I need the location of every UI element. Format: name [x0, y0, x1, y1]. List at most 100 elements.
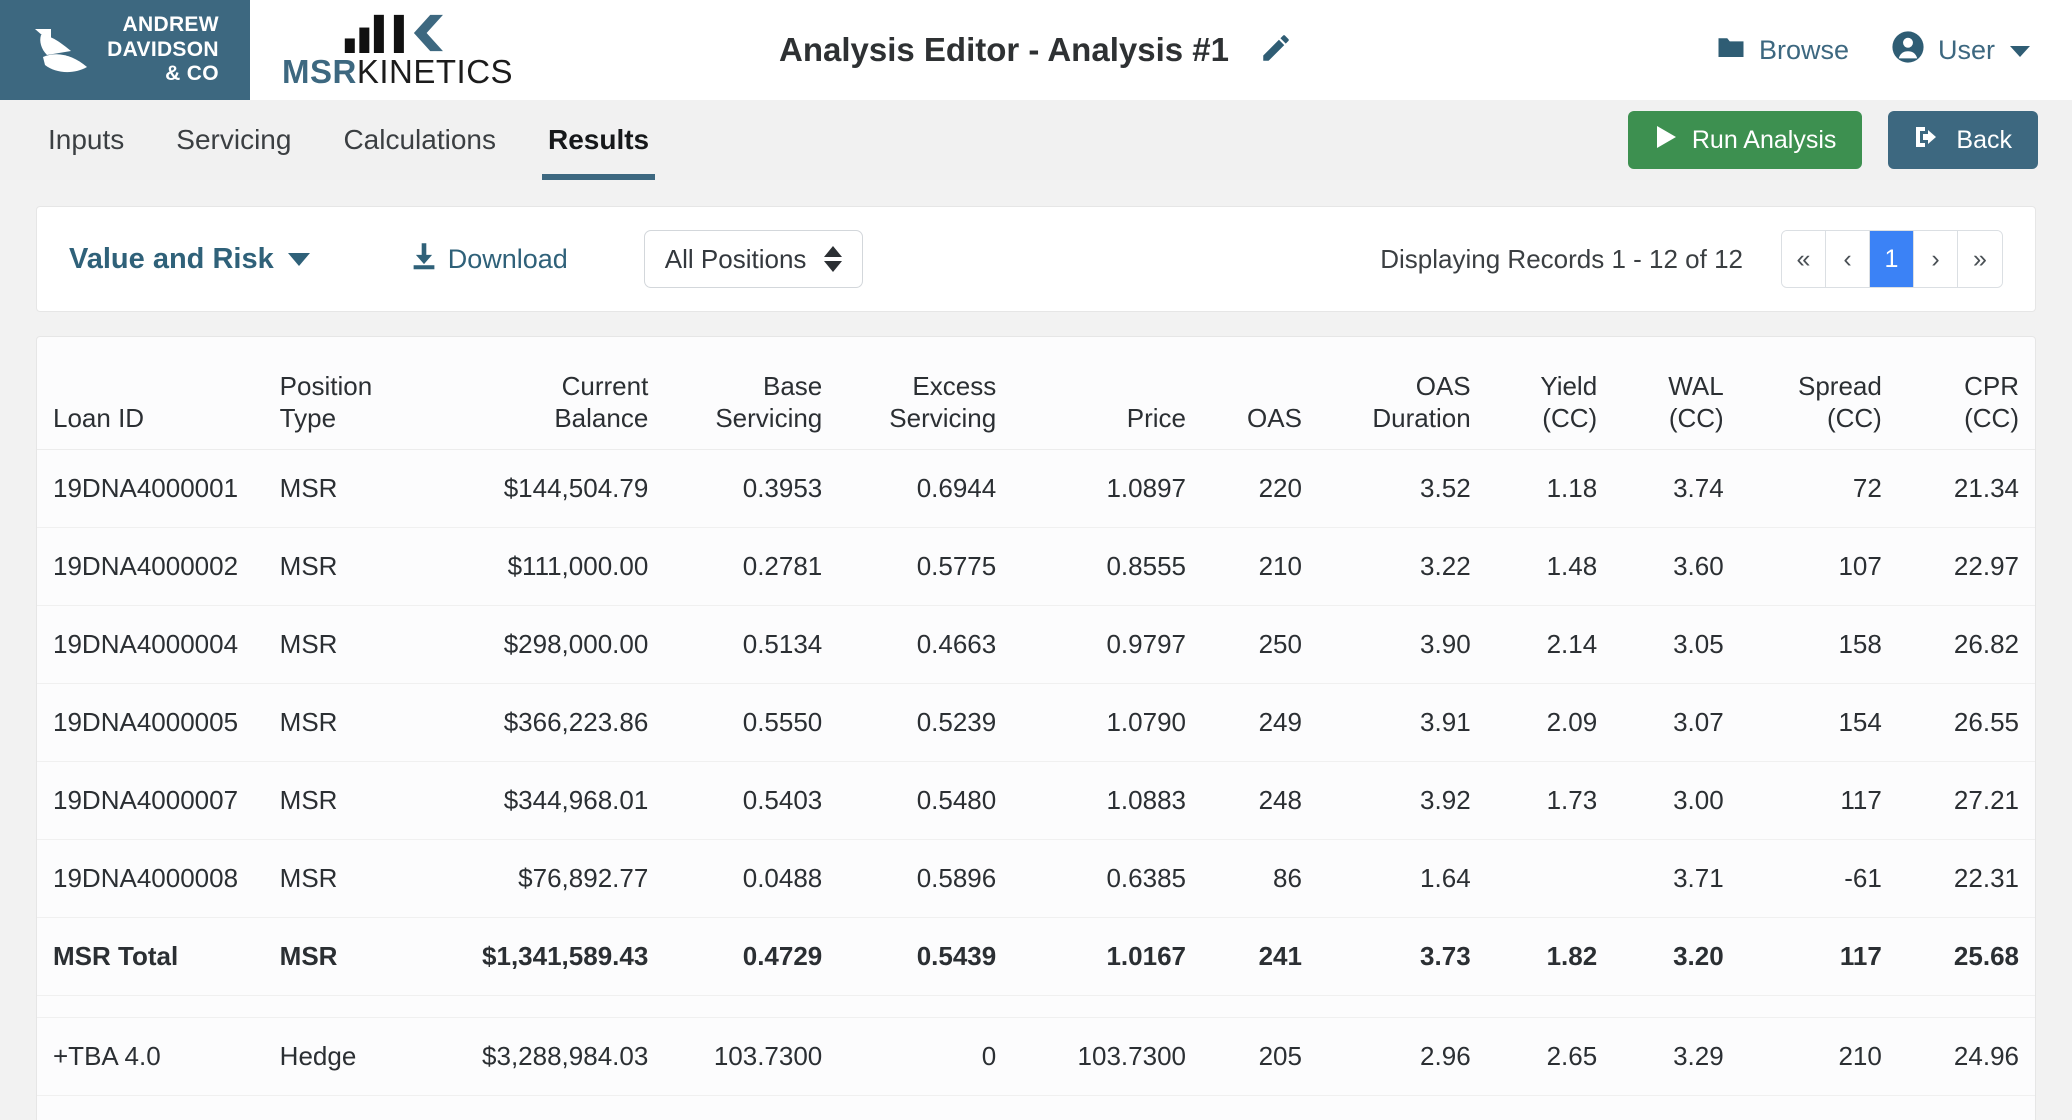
nav-actions: Run Analysis Back [1627, 111, 2038, 169]
table-cell: 210 [1739, 1017, 1898, 1096]
column-header-servicing[interactable]: Base Servicing [664, 337, 839, 450]
table-row[interactable]: 19DNA4000002 MSR $111,000.00 0.2781 0.5775 0.… [37, 527, 2035, 606]
table-cell: 0.9797 [1012, 605, 1202, 684]
column-header-bottom: Servicing [715, 402, 823, 433]
table-cell: 0.5550 [664, 683, 839, 762]
run-analysis-button[interactable]: Run Analysis [1627, 111, 1863, 169]
table-cell: $3,288,984.03 [400, 1017, 665, 1096]
column-header-balance[interactable]: Current Balance [400, 337, 665, 450]
table-cell: 3.90 [1317, 605, 1487, 684]
msrkinetics-mark-icon [344, 14, 443, 53]
content-area: Value and Risk Download All Positions Di… [0, 180, 2072, 1120]
column-header-bottom: Servicing [889, 402, 997, 433]
pencil-icon[interactable] [1259, 31, 1293, 70]
column-header-top: Base [763, 371, 823, 402]
company-name: ANDREW DAVIDSON & CO [107, 13, 219, 86]
table-cell: $366,223.86 [400, 683, 665, 762]
column-header-cc[interactable]: WAL (CC) [1613, 337, 1740, 450]
table-cell: 3.22 [1317, 527, 1487, 606]
column-header-oas[interactable]: OAS [1202, 337, 1318, 450]
table-cell: 3.29 [1613, 1017, 1740, 1096]
table-cell: 19DNA4000004 [37, 605, 264, 684]
page-next-button[interactable]: › [1914, 231, 1958, 287]
tab-servicing[interactable]: Servicing [150, 100, 317, 180]
column-header-price[interactable]: Price [1012, 337, 1202, 450]
page-last-button[interactable]: » [1958, 231, 2002, 287]
chevron-down-icon [2008, 35, 2032, 66]
table-cell: MSR [263, 683, 401, 762]
position-filter-select[interactable]: All Positions [643, 230, 864, 288]
table-cell: 249 [1202, 683, 1318, 762]
table-cell: 1.0790 [1012, 683, 1202, 762]
table-row[interactable]: 19DNA4000008 MSR $76,892.77 0.0488 0.5896 0.6… [37, 839, 2035, 918]
top-bar: ANDREW DAVIDSON & CO MSRKINETICS Analysi… [0, 0, 2072, 100]
column-header-cc[interactable]: Yield (CC) [1486, 337, 1614, 450]
table-cell: 3.91 [1317, 683, 1487, 762]
view-selector[interactable]: Value and Risk [69, 243, 310, 276]
table-cell: 103.7300 [1012, 1017, 1202, 1096]
tab-calculations[interactable]: Calculations [317, 100, 522, 180]
table-cell: Hedge [263, 1095, 401, 1120]
user-circle-icon [1891, 30, 1925, 71]
column-header-cc[interactable]: Spread (CC) [1739, 337, 1898, 450]
results-table-head: Loan ID Position Type Current Balance Base Ser… [37, 337, 2035, 450]
column-header-cc[interactable]: CPR (CC) [1897, 337, 2035, 450]
back-button[interactable]: Back [1888, 111, 2038, 169]
table-cell: 208 [1202, 1095, 1318, 1120]
table-cell: 248 [1202, 761, 1318, 840]
table-row-total[interactable]: MSR Total MSR $1,341,589.43 0.4729 0.5439 1.0… [37, 917, 2035, 996]
table-header-row: Loan ID Position Type Current Balance Base Ser… [37, 337, 2035, 450]
table-cell: 158 [1739, 605, 1898, 684]
table-cell: 105.3000 [664, 1095, 839, 1120]
table-cell: 154 [1739, 683, 1898, 762]
column-header-loan-id[interactable]: Loan ID [37, 337, 264, 450]
tab-inputs[interactable]: Inputs [48, 100, 150, 180]
table-cell: 2.65 [1486, 1017, 1614, 1096]
column-header-top: CPR [1964, 371, 2019, 402]
page-1-button[interactable]: 1 [1870, 231, 1914, 287]
column-header-duration[interactable]: OAS Duration [1317, 337, 1487, 450]
table-row[interactable]: 19DNA4000005 MSR $366,223.86 0.5550 0.5239 1.… [37, 683, 2035, 762]
table-cell: $344,968.01 [400, 761, 665, 840]
table-cell: 211 [1739, 1095, 1898, 1120]
table-row[interactable]: +TBA 4.0 Hedge $3,288,984.03 103.7300 0 103.7… [37, 1017, 2035, 1096]
table-cell: MSR [263, 839, 401, 918]
table-cell: 19DNA4000005 [37, 683, 264, 762]
table-row[interactable]: 19DNA4000001 MSR $144,504.79 0.3953 0.6944 1.… [37, 449, 2035, 528]
tab-results[interactable]: Results [522, 100, 675, 180]
company-logo[interactable]: ANDREW DAVIDSON & CO [0, 0, 250, 100]
table-cell: 241 [1202, 917, 1318, 996]
table-cell: +TBA 4.0 [37, 1017, 264, 1096]
table-cell: 0.5896 [838, 839, 1013, 918]
table-cell: 2.09 [1486, 683, 1614, 762]
product-logo[interactable]: MSRKINETICS [250, 0, 513, 100]
column-header-type[interactable]: Position Type [263, 337, 401, 450]
table-cell: 3.05 [1613, 605, 1740, 684]
column-header-servicing[interactable]: Excess Servicing [838, 337, 1013, 450]
column-header-top: OAS [1415, 371, 1471, 402]
product-name-kinetics: KINETICS [356, 52, 514, 90]
browse-button[interactable]: Browse [1716, 34, 1849, 67]
company-name-line2: DAVIDSON [107, 37, 219, 61]
table-cell: 250 [1202, 605, 1318, 684]
table-cell: 117 [1739, 761, 1898, 840]
column-header-top [1028, 371, 1186, 403]
table-cell: 25.68 [1897, 917, 2035, 996]
user-label: User [1937, 34, 1995, 65]
download-button[interactable]: Download [410, 241, 568, 278]
product-name: MSRKINETICS [282, 55, 513, 88]
table-row[interactable]: 19DNA4000004 MSR $298,000.00 0.5134 0.4663 0.… [37, 605, 2035, 684]
table-cell: 24.96 [1897, 1017, 2035, 1096]
andrew-davidson-mark-icon [35, 29, 88, 73]
table-cell: 0.2781 [664, 527, 839, 606]
results-table-card: Loan ID Position Type Current Balance Base Ser… [36, 336, 2036, 1120]
user-menu-button[interactable]: User [1891, 30, 2032, 71]
table-row[interactable]: 19DNA4000007 MSR $344,968.01 0.5403 0.5480 1.… [37, 761, 2035, 840]
view-selector-label: Value and Risk [69, 242, 274, 275]
table-cell: 103.7300 [664, 1017, 839, 1096]
table-cell: 117 [1739, 917, 1898, 996]
page-first-button[interactable]: « [1782, 231, 1826, 287]
page-prev-button[interactable]: ‹ [1826, 231, 1870, 287]
company-name-line1: ANDREW [122, 13, 219, 37]
table-row[interactable]: -TBA 4.5Hedge-$3,239,946.00105.30000105.… [37, 1095, 2035, 1120]
